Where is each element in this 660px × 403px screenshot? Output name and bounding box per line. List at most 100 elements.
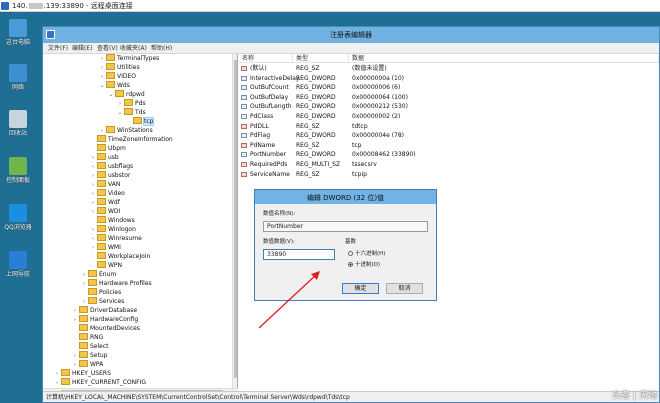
tree-node[interactable]: › usb <box>90 153 119 162</box>
cancel-button[interactable]: 取消 <box>386 283 423 294</box>
tree-node[interactable]: › WPA <box>72 360 103 369</box>
tree-node[interactable]: › TerminalTypes <box>99 54 159 63</box>
tree-node-label: VIDEO <box>117 73 137 80</box>
expand-chevron-icon[interactable]: ⌄ <box>117 109 123 118</box>
tree-node[interactable]: ⌄ Wds <box>99 81 130 90</box>
tree-node[interactable]: tcp <box>126 117 155 126</box>
desktop-icon-2[interactable]: 回收站 <box>2 110 34 137</box>
tree-node[interactable]: Windows <box>90 216 135 225</box>
tree-node[interactable]: TimeZoneInformation <box>90 135 173 144</box>
column-header-data[interactable]: 数据 <box>349 54 659 63</box>
folder-icon <box>88 270 97 277</box>
table-row[interactable]: PdName REG_SZ tcp <box>239 141 659 151</box>
tree-node[interactable]: › VAN <box>90 180 120 189</box>
tree-node[interactable]: › usbflags <box>90 162 133 171</box>
menu-item-4[interactable]: 帮助(H) <box>151 44 172 53</box>
folder-icon <box>97 225 106 232</box>
registry-tree[interactable]: › TerminalTypes › Utilities › VIDEO ⌄ Wds ⌄ rdpwd… <box>43 54 238 388</box>
folder-icon <box>79 306 88 313</box>
menu-item-0[interactable]: 文件(F) <box>48 44 68 53</box>
table-row[interactable]: RequiredPds REG_MULTI_SZ tssecsrv <box>239 160 659 170</box>
table-row[interactable]: PdClass REG_DWORD 0x00000002 (2) <box>239 112 659 122</box>
tree-node-label: WPA <box>90 361 104 368</box>
tree-node[interactable]: Select <box>72 342 109 351</box>
tree-node[interactable]: › HardwareConfig <box>72 315 138 324</box>
table-row[interactable]: OutBufCount REG_DWORD 0x00000006 (6) <box>239 83 659 93</box>
tree-node[interactable]: › WMI <box>90 243 121 252</box>
desktop-icon-5[interactable]: 上网导航 <box>2 251 34 278</box>
desktop-icon-0[interactable]: 这台电脑 <box>2 19 34 46</box>
desktop-icon-1[interactable]: 网络 <box>2 64 34 91</box>
column-header-type[interactable]: 类型 <box>293 54 349 63</box>
expand-chevron-icon[interactable]: ⌄ <box>108 91 114 100</box>
desktop-icon-4[interactable]: QQ浏览器 <box>2 204 34 231</box>
table-row[interactable]: (默认) REG_SZ (数值未设置) <box>239 64 659 74</box>
tree-node[interactable]: Ubpm <box>90 144 126 153</box>
tree-node[interactable]: › Video <box>90 189 125 198</box>
tree-node[interactable]: › Winresume <box>90 234 142 243</box>
radio-decimal[interactable]: 十进制(D) <box>348 262 380 269</box>
value-name: ServiceName <box>250 170 290 178</box>
value-data: 0x00000064 (100) <box>352 93 408 101</box>
table-row[interactable]: PdFlag REG_DWORD 0x0000004e (78) <box>239 131 659 141</box>
radio-decimal-dot[interactable] <box>348 262 353 267</box>
tree-node[interactable]: ⌄ rdpwd <box>108 90 145 99</box>
desktop-icon-label: 网络 <box>11 84 24 91</box>
tree-node[interactable]: › Pds <box>117 99 146 108</box>
value-data: 0x00000212 (530) <box>352 103 408 111</box>
tree-node[interactable]: › HKEY_CURRENT_CONFIG <box>54 378 146 387</box>
tree-node-label: Utilities <box>117 64 140 71</box>
dialog-title-bar[interactable]: 编辑 DWORD (32 位)值 <box>255 190 436 204</box>
tree-node[interactable]: › Setup <box>72 351 107 360</box>
radio-hex-dot[interactable] <box>348 251 353 256</box>
tree-node[interactable]: › HKEY_USERS <box>54 369 111 378</box>
folder-icon <box>106 126 115 133</box>
tree-node[interactable]: › Utilities <box>99 63 140 72</box>
tree-node-label: Hardware Profiles <box>99 280 152 287</box>
expand-chevron-icon[interactable]: › <box>54 379 60 388</box>
string-value-icon <box>241 123 247 129</box>
tree-node[interactable]: › usbstor <box>90 171 130 180</box>
menu-item-2[interactable]: 查看(V) <box>97 44 118 53</box>
desktop-icon-3[interactable]: 控制面板 <box>2 157 34 184</box>
value-name: InteractiveDelay <box>250 74 300 82</box>
tree-node[interactable]: › Services <box>81 297 124 306</box>
expand-chevron-icon[interactable]: ⌄ <box>99 82 105 91</box>
tree-node[interactable]: RNG <box>72 333 103 342</box>
value-name: OutBufLength <box>250 103 292 111</box>
menu-item-1[interactable]: 编辑(E) <box>72 44 92 53</box>
table-row[interactable]: OutBufDelay REG_DWORD 0x00000064 (100) <box>239 93 659 103</box>
table-row[interactable]: InteractiveDelay REG_DWORD 0x0000000a (10) <box>239 74 659 84</box>
tree-node[interactable]: Policies <box>81 288 121 297</box>
table-row[interactable]: PortNumber REG_DWORD 0x00008462 (33890) <box>239 150 659 160</box>
tree-node-label: HardwareConfig <box>90 316 139 323</box>
regedit-title-bar[interactable]: 注册表编辑器 <box>43 27 659 43</box>
tree-scroll-thumb[interactable] <box>234 60 237 378</box>
tree-node[interactable]: › Enum <box>81 270 116 279</box>
table-row[interactable]: OutBufLength REG_DWORD 0x00000212 (530) <box>239 102 659 112</box>
tree-node[interactable]: › WDI <box>90 207 120 216</box>
tree-node[interactable]: › Winlogon <box>90 225 136 234</box>
folder-icon <box>115 90 124 97</box>
tree-node[interactable]: WorkplaceJoin <box>90 252 150 261</box>
column-header-name[interactable]: 名称 <box>239 54 293 63</box>
menu-item-3[interactable]: 收藏夹(A) <box>120 44 147 53</box>
ok-button[interactable]: 确定 <box>342 283 379 294</box>
tree-node[interactable]: › VIDEO <box>99 72 136 81</box>
value-type: REG_SZ <box>296 122 320 130</box>
tree-node[interactable]: › Hardware Profiles <box>81 279 152 288</box>
tree-node[interactable]: › DriverDatabase <box>72 306 137 315</box>
table-row[interactable]: PdDLL REG_SZ tdtcp <box>239 122 659 132</box>
tree-node-label: VAN <box>108 181 121 188</box>
table-row[interactable]: ServiceName REG_SZ tcpip <box>239 170 659 180</box>
tree-node[interactable]: WPN <box>90 261 122 270</box>
tree-node[interactable]: ⌄ Tds <box>117 108 146 117</box>
tree-node-label: tcp <box>142 117 155 126</box>
tree-node[interactable]: › Wdf <box>90 198 120 207</box>
folder-icon <box>61 369 70 376</box>
tree-node-label: HKEY_USERS <box>72 370 111 377</box>
tree-node[interactable]: › WinStations <box>99 126 153 135</box>
tree-vertical-scrollbar[interactable] <box>232 54 237 388</box>
radio-hex[interactable]: 十六进制(H) <box>348 251 385 258</box>
tree-node[interactable]: MountedDevices <box>72 324 140 333</box>
